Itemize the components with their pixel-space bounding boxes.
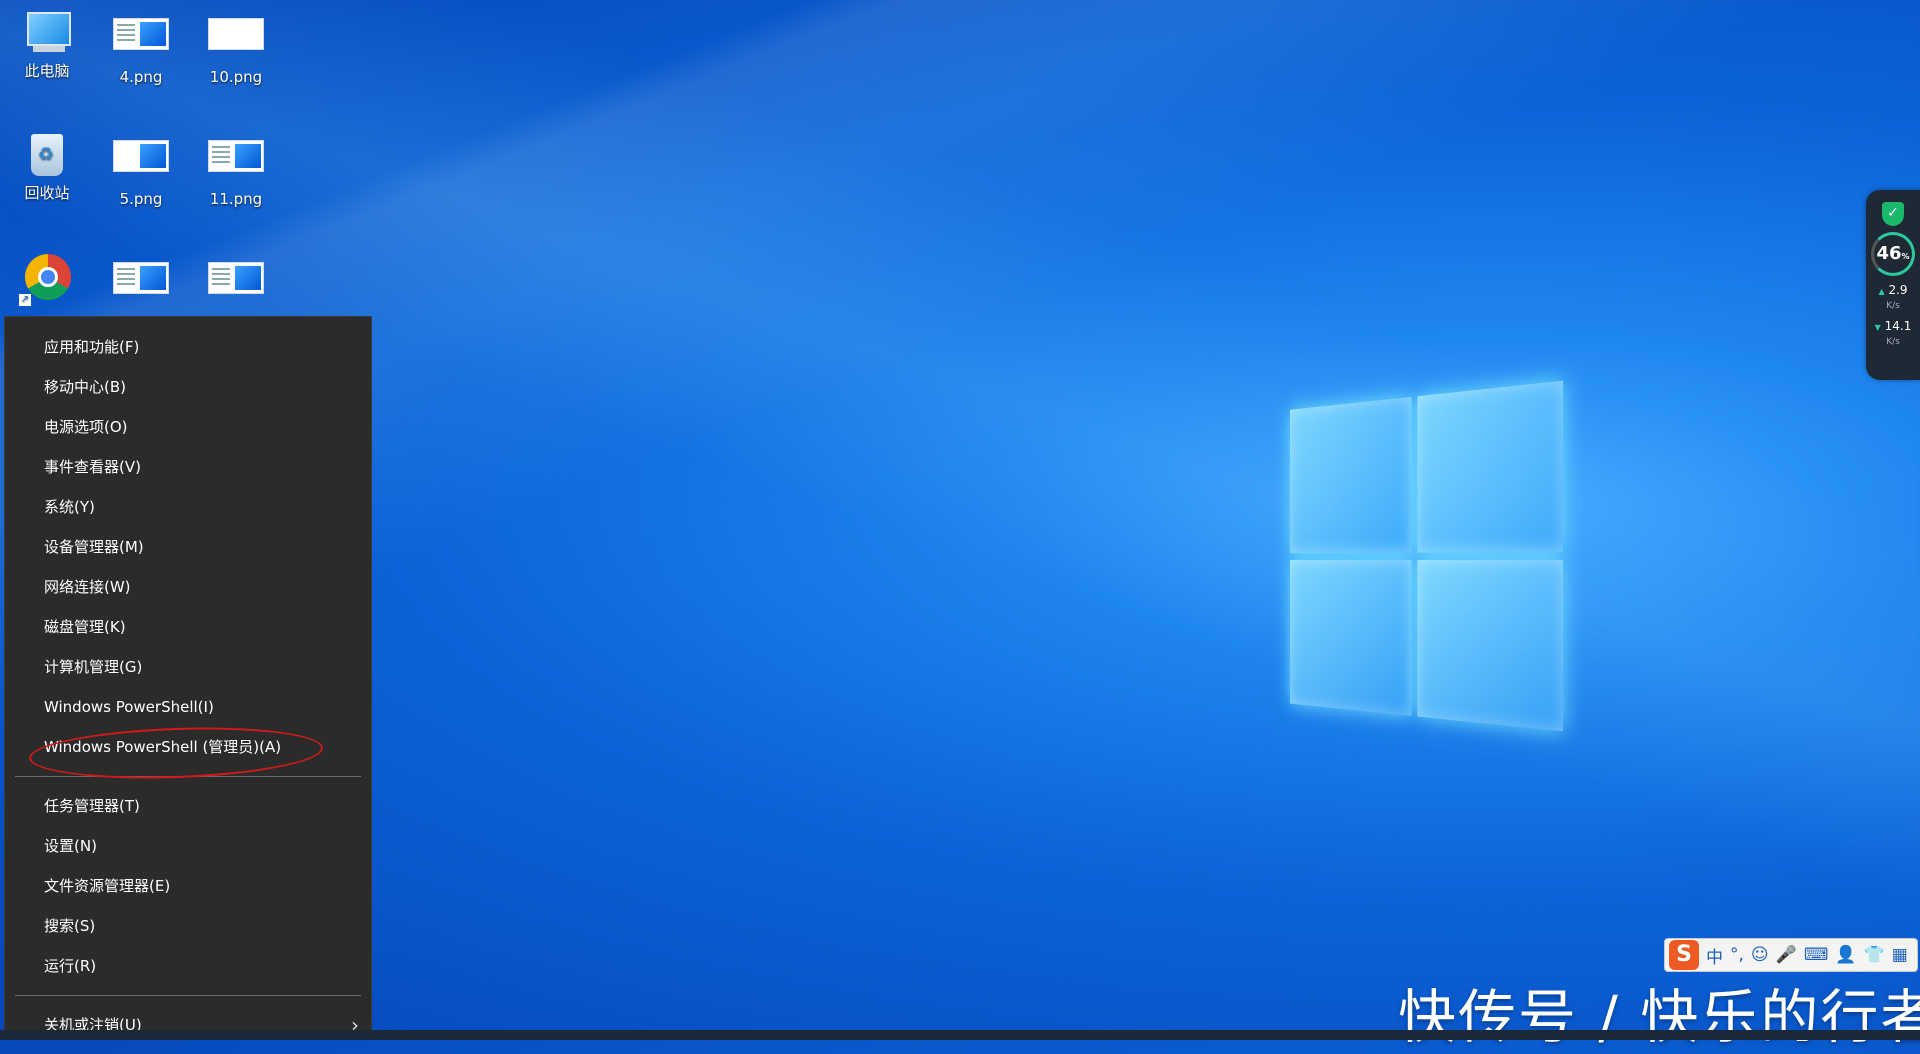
chrome-icon: ↗ — [19, 254, 75, 306]
desktop-icon-recycle-bin[interactable]: 回收站 — [2, 132, 92, 203]
menu-item-task-manager[interactable]: 任务管理器(T) — [5, 786, 371, 826]
usage-percent: 46 — [1876, 243, 1902, 264]
menu-item-power-options[interactable]: 电源选项(O) — [5, 407, 371, 447]
watermark-text: 快传号 / 快乐的行者 — [1398, 983, 1920, 1051]
menu-item-system[interactable]: 系统(Y) — [5, 487, 371, 527]
download-arrow-icon: ▼ — [1874, 323, 1881, 332]
shield-check-icon: ✓ — [1882, 202, 1904, 226]
sogou-logo-icon[interactable]: S — [1669, 940, 1699, 970]
download-speed: ▼ 14.1 K/s — [1866, 320, 1920, 348]
upload-arrow-icon: ▲ — [1878, 287, 1885, 296]
memory-usage-gauge: 46% — [1871, 232, 1915, 276]
menu-item-device-manager[interactable]: 设备管理器(M) — [5, 527, 371, 567]
desktop-icon-label: 4.png — [119, 68, 163, 86]
desktop-icon-label: 10.png — [209, 68, 263, 86]
menu-item-apps-features[interactable]: 应用和功能(F) — [5, 327, 371, 367]
download-unit: K/s — [1886, 337, 1900, 347]
menu-item-powershell-admin[interactable]: Windows PowerShell (管理员)(A) — [5, 727, 371, 767]
desktop-icon-this-pc[interactable]: 此电脑 — [2, 10, 92, 81]
image-file-icon — [113, 262, 169, 308]
user-icon[interactable]: 👤 — [1835, 945, 1856, 965]
download-value: 14.1 — [1884, 319, 1912, 333]
upload-unit: K/s — [1886, 301, 1900, 311]
menu-item-event-viewer[interactable]: 事件查看器(V) — [5, 447, 371, 487]
desktop-icon-file[interactable]: 5.png — [96, 132, 186, 208]
percent-unit: % — [1901, 252, 1910, 261]
desktop-icon-chrome[interactable]: ↗ — [2, 254, 92, 306]
desktop-icon-label: 11.png — [209, 190, 263, 208]
image-file-icon — [113, 18, 169, 64]
menu-separator — [15, 776, 361, 777]
desktop-icon-label: 5.png — [119, 190, 163, 208]
quick-link-menu: 应用和功能(F) 移动中心(B) 电源选项(O) 事件查看器(V) 系统(Y) … — [4, 316, 372, 1040]
menu-item-search[interactable]: 搜索(S) — [5, 906, 371, 946]
image-file-icon — [208, 140, 264, 186]
keyboard-icon[interactable]: ⌨ — [1804, 945, 1829, 965]
skin-shirt-icon[interactable]: 👕 — [1864, 945, 1885, 965]
menu-separator — [15, 995, 361, 996]
shortcut-arrow-icon: ↗ — [19, 294, 31, 306]
desktop-icon-label: 回收站 — [24, 184, 70, 202]
desktop-icon-file[interactable]: 10.png — [191, 10, 281, 86]
system-monitor-widget[interactable]: ✓ 46% ▲ 2.9 K/s ▼ 14.1 K/s — [1866, 190, 1920, 380]
taskbar — [0, 1030, 1920, 1040]
desktop-icon-label: 此电脑 — [24, 62, 70, 80]
image-file-icon — [113, 140, 169, 186]
emoji-icon[interactable]: ☺ — [1751, 945, 1769, 965]
microphone-icon[interactable]: 🎤 — [1776, 945, 1797, 965]
windows-logo — [1289, 380, 1570, 740]
ime-punctuation-toggle[interactable]: °, — [1730, 945, 1744, 965]
image-file-icon — [208, 18, 264, 64]
menu-item-mobility-center[interactable]: 移动中心(B) — [5, 367, 371, 407]
desktop-icon-file[interactable]: 4.png — [96, 10, 186, 86]
desktop-icon-file[interactable]: 11.png — [191, 132, 281, 208]
menu-item-file-explorer[interactable]: 文件资源管理器(E) — [5, 866, 371, 906]
desktop-icon-file[interactable] — [96, 254, 186, 312]
recycle-bin-icon — [19, 132, 75, 178]
menu-item-network-connections[interactable]: 网络连接(W) — [5, 567, 371, 607]
ime-toolbar[interactable]: S 中 °, ☺ 🎤 ⌨ 👤 👕 ▦ — [1664, 938, 1918, 972]
menu-item-settings[interactable]: 设置(N) — [5, 826, 371, 866]
computer-icon — [19, 10, 75, 56]
upload-speed: ▲ 2.9 K/s — [1866, 284, 1920, 312]
menu-item-powershell[interactable]: Windows PowerShell(I) — [5, 687, 371, 727]
upload-value: 2.9 — [1888, 283, 1908, 297]
desktop-icon-file[interactable] — [191, 254, 281, 312]
menu-item-computer-management[interactable]: 计算机管理(G) — [5, 647, 371, 687]
menu-item-run[interactable]: 运行(R) — [5, 946, 371, 986]
ime-language-toggle[interactable]: 中 — [1706, 943, 1723, 968]
menu-item-disk-management[interactable]: 磁盘管理(K) — [5, 607, 371, 647]
grid-menu-icon[interactable]: ▦ — [1892, 945, 1908, 965]
image-file-icon — [208, 262, 264, 308]
